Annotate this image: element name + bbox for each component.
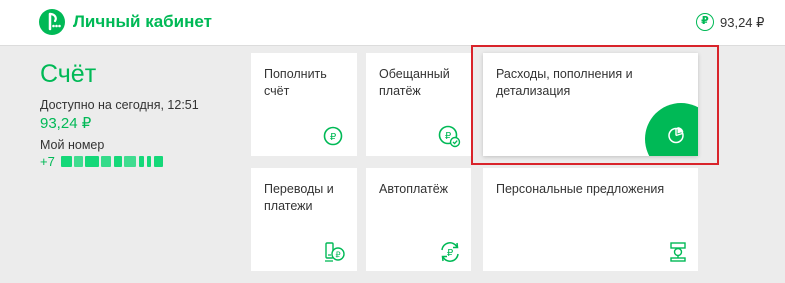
- tile-label: Расходы, пополнения и детализация: [496, 67, 633, 98]
- available-balance: 93,24 ₽: [40, 115, 92, 132]
- ruble-coin-icon: ₽: [323, 126, 343, 151]
- tile-transfers-payments[interactable]: Переводы и платежи ₽: [251, 168, 357, 271]
- tile-autopay[interactable]: Автоплатёж ₽: [366, 168, 471, 271]
- megafon-logo-icon[interactable]: [39, 9, 65, 35]
- account-title: Счёт: [40, 60, 97, 88]
- available-label: Доступно на сегодня, 12:51: [40, 98, 199, 112]
- tile-expenses-details[interactable]: Расходы, пополнения и детализация: [483, 53, 698, 156]
- svg-text:₽: ₽: [447, 248, 454, 259]
- phone-number-redacted: [61, 155, 163, 168]
- svg-text:₽: ₽: [335, 251, 340, 260]
- app-title[interactable]: Личный кабинет: [73, 12, 212, 32]
- header-balance[interactable]: 93,24 ₽: [720, 15, 764, 31]
- pie-chart-icon: [667, 126, 685, 149]
- header-bar: Личный кабинет ₽ 93,24 ₽: [0, 0, 785, 46]
- tile-label: Персональные предложения: [496, 182, 665, 196]
- tile-personal-offers[interactable]: Персональные предложения: [483, 168, 698, 271]
- tile-label: Автоплатёж: [379, 182, 449, 196]
- trophy-offers-icon: [667, 240, 689, 267]
- phone-number-prefix: +7: [40, 154, 55, 169]
- tile-label: Переводы и платежи: [264, 182, 334, 213]
- tile-promised-payment[interactable]: Обещанный платёж ₽: [366, 53, 471, 156]
- svg-text:₽: ₽: [330, 132, 337, 143]
- my-number-label: Мой номер: [40, 138, 105, 152]
- transfer-payments-icon: ₽: [323, 240, 347, 269]
- tile-label: Пополнить счёт: [264, 67, 327, 98]
- ruble-icon: ₽: [696, 13, 714, 31]
- autopay-icon: ₽: [438, 240, 462, 269]
- tile-label: Обещанный платёж: [379, 67, 450, 98]
- promised-payment-icon: ₽: [438, 125, 462, 154]
- tile-top-up[interactable]: Пополнить счёт ₽: [251, 53, 357, 156]
